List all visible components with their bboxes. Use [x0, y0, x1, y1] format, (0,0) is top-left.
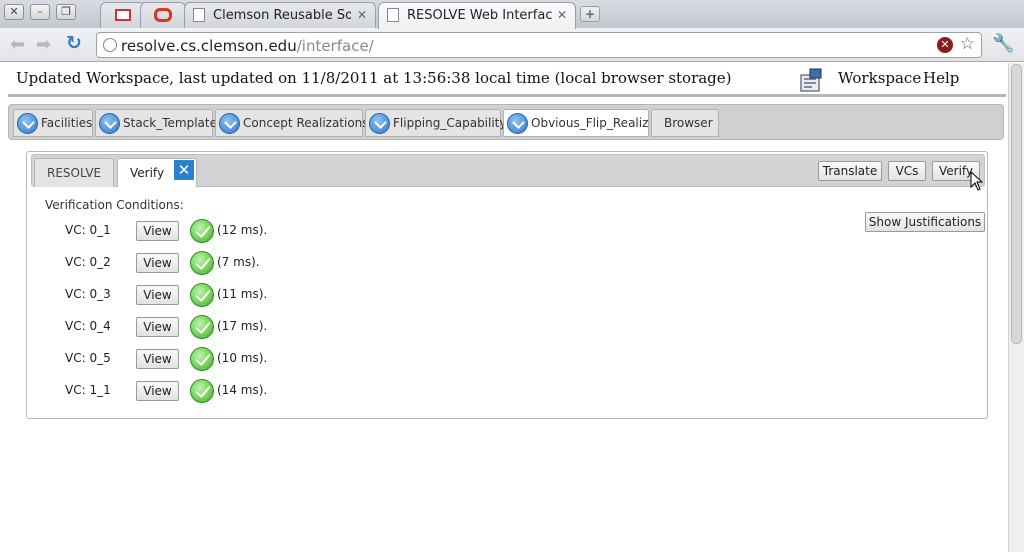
view-button[interactable]: View	[136, 285, 179, 305]
reload-icon[interactable]: ↻	[66, 32, 82, 54]
view-button[interactable]: View	[136, 221, 179, 241]
gmail-icon	[115, 9, 131, 21]
check-icon	[190, 251, 214, 275]
vc-row: VC: 1_1 View (14 ms).	[65, 378, 365, 404]
vc-row: VC: 0_1 View (12 ms).	[65, 218, 365, 244]
page-content: Updated Workspace, last updated on 11/8/…	[0, 63, 1008, 552]
file-tab-browser[interactable]: Browser	[651, 109, 719, 137]
vc-label: VC: 1_1	[65, 383, 111, 397]
vc-time: (17 ms).	[217, 319, 268, 333]
browser-tab-oracle[interactable]	[140, 2, 186, 28]
close-icon[interactable]: ✕	[557, 8, 567, 22]
check-icon	[190, 347, 214, 371]
view-button[interactable]: View	[136, 253, 179, 273]
vc-row: VC: 0_3 View (11 ms).	[65, 282, 365, 308]
globe-icon	[103, 38, 117, 52]
scrollbar-thumb[interactable]	[1011, 64, 1022, 344]
show-justifications-button[interactable]: Show Justifications	[865, 212, 985, 232]
close-tab-icon[interactable]	[174, 160, 194, 180]
workspace-status-title: Updated Workspace, last updated on 11/8/…	[16, 69, 732, 87]
help-link[interactable]: Help	[923, 69, 959, 87]
browser-tab-resolve[interactable]: RESOLVE Web Interface ✕	[378, 2, 576, 29]
download-arrow-icon	[17, 113, 38, 134]
browser-tab-clemson[interactable]: Clemson Reusable Softw ✕	[184, 2, 376, 28]
forward-arrow-icon[interactable]: ➡	[36, 34, 51, 55]
file-tab-label: Browser	[664, 116, 713, 130]
translate-button[interactable]: Translate	[818, 161, 882, 181]
view-button[interactable]: View	[136, 349, 179, 369]
vc-row: VC: 0_4 View (17 ms).	[65, 314, 365, 340]
vc-label: VC: 0_5	[65, 351, 111, 365]
view-button[interactable]: View	[136, 317, 179, 337]
verify-panel: RESOLVE Verify Translate VCs Verify Show…	[26, 151, 988, 419]
wrench-icon[interactable]: 🔧	[992, 33, 1014, 54]
url-path: /interface/	[296, 37, 374, 55]
file-tab-stack-template[interactable]: Stack_Template	[95, 109, 217, 137]
browser-tab-strip: ✕ – ❐ Clemson Reusable Softw ✕ RESOLVE W…	[0, 0, 1024, 29]
vc-label: VC: 0_3	[65, 287, 111, 301]
check-icon	[190, 315, 214, 339]
vc-label: VC: 0_2	[65, 255, 111, 269]
check-icon	[190, 379, 214, 403]
view-button[interactable]: View	[136, 381, 179, 401]
url-text[interactable]: resolve.cs.clemson.edu/interface/	[121, 37, 374, 55]
download-arrow-icon	[369, 113, 390, 134]
vc-heading: Verification Conditions:	[45, 198, 184, 212]
file-tab-flipping-capability[interactable]: Flipping_Capability	[365, 109, 507, 137]
workspace-link[interactable]: Workspace	[838, 69, 921, 87]
workspace-header: Updated Workspace, last updated on 11/8/…	[8, 63, 1006, 97]
page-icon	[387, 8, 399, 22]
vc-time: (12 ms).	[217, 223, 268, 237]
address-bar[interactable]: resolve.cs.clemson.edu/interface/ ✕ ☆	[96, 32, 982, 58]
page-icon	[193, 8, 205, 22]
vc-time: (10 ms).	[217, 351, 268, 365]
vc-time: (11 ms).	[217, 287, 268, 301]
stop-icon[interactable]: ✕	[937, 37, 953, 53]
file-tab-facilities[interactable]: Facilities	[13, 109, 93, 137]
browser-tab-title: Clemson Reusable Softw	[213, 8, 351, 23]
file-tab-label: Obvious_Flip_Realiz	[531, 116, 649, 130]
browser-toolbar: ⬅ ➡ ↻ resolve.cs.clemson.edu/interface/ …	[0, 28, 1024, 62]
download-arrow-icon	[507, 113, 528, 134]
vc-label: VC: 0_4	[65, 319, 111, 333]
vc-label: VC: 0_1	[65, 223, 111, 237]
file-tab-label: Stack_Template	[123, 116, 217, 130]
close-icon[interactable]: ✕	[357, 8, 367, 22]
window-maximize-button[interactable]: ❐	[56, 4, 76, 20]
vc-time: (7 ms).	[217, 255, 260, 269]
file-tab-concept-realizations[interactable]: Concept Realizations	[215, 109, 369, 137]
vcs-button[interactable]: VCs	[888, 161, 926, 181]
vc-row: VC: 0_5 View (10 ms).	[65, 346, 365, 372]
url-host: resolve.cs.clemson.edu	[121, 37, 297, 55]
back-arrow-icon[interactable]: ⬅	[10, 34, 25, 55]
tab-label: RESOLVE	[47, 166, 102, 180]
download-arrow-icon	[99, 113, 120, 134]
download-arrow-icon	[219, 113, 240, 134]
browser-tab-title: RESOLVE Web Interface	[407, 8, 553, 23]
page-scrollbar[interactable]	[1008, 63, 1024, 552]
window-close-button[interactable]: ✕	[4, 4, 24, 20]
panel-tab-bar: RESOLVE Verify Translate VCs Verify	[31, 154, 985, 187]
check-icon	[190, 283, 214, 307]
tab-label: Verify	[130, 166, 165, 180]
file-tab-label: Flipping_Capability	[393, 116, 507, 130]
window-minimize-button[interactable]: –	[30, 4, 50, 20]
mouse-cursor-icon	[970, 171, 984, 191]
workspace-icon[interactable]	[798, 67, 824, 93]
file-tab-label: Concept Realizations	[243, 116, 369, 130]
file-tab-obvious-flip-realiz[interactable]: Obvious_Flip_Realiz	[503, 109, 649, 137]
new-tab-button[interactable]: +	[580, 6, 600, 22]
file-tab-bar: Facilities Stack_Template Concept Realiz…	[8, 104, 1004, 140]
file-tab-label: Facilities	[41, 116, 93, 130]
bookmark-star-icon[interactable]: ☆	[960, 34, 975, 54]
oracle-icon	[154, 8, 172, 22]
vc-time: (14 ms).	[217, 383, 268, 397]
vc-row: VC: 0_2 View (7 ms).	[65, 250, 365, 276]
tab-resolve[interactable]: RESOLVE	[34, 158, 114, 187]
check-icon	[190, 219, 214, 243]
